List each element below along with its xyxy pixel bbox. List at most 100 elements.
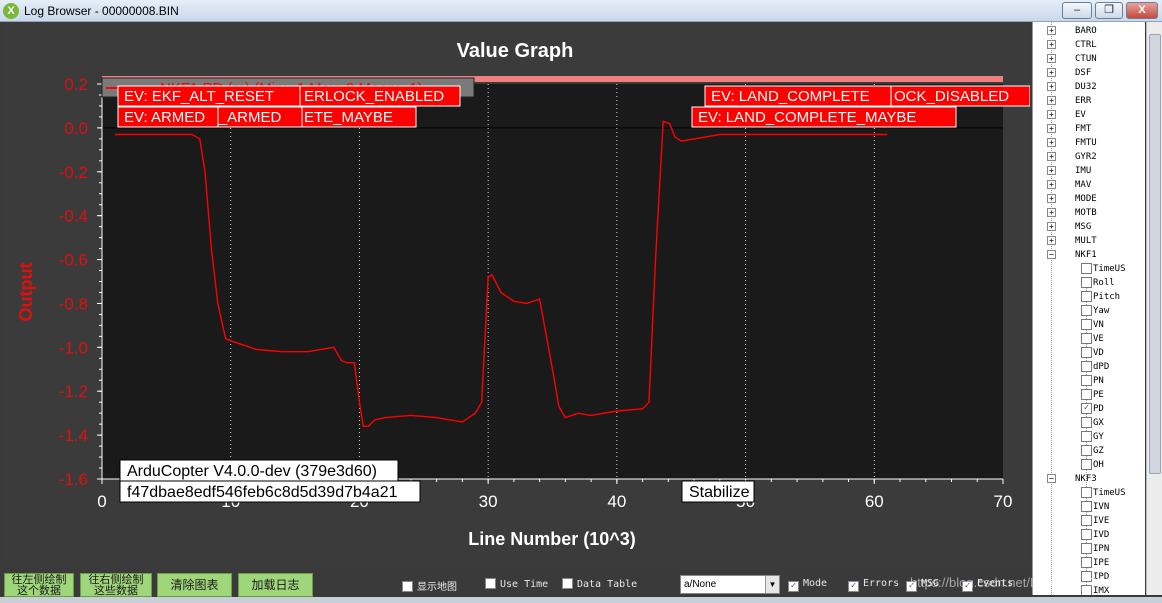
tree-scrollbar[interactable] [1146, 22, 1162, 595]
use-time-checkbox[interactable] [485, 578, 496, 589]
collapse-minus-icon[interactable]: − [1047, 474, 1056, 483]
tree-field[interactable]: PN [1033, 374, 1145, 388]
tree-field[interactable]: IVN [1033, 500, 1145, 514]
expand-plus-icon[interactable]: + [1047, 236, 1056, 245]
errors-option[interactable]: ✓ Errors [848, 578, 899, 592]
message-type-select[interactable]: a/None ▼ [680, 575, 780, 594]
tree-group[interactable]: + GYR2 [1033, 150, 1145, 164]
field-checkbox[interactable] [1081, 445, 1092, 456]
tree-group[interactable]: + CTRL [1033, 38, 1145, 52]
use-time-option[interactable]: Use Time [485, 578, 548, 590]
plot-right-button[interactable]: 往右侧绘制 这些数据 [80, 573, 152, 597]
tree-group[interactable]: + CTUN [1033, 52, 1145, 66]
tree-group[interactable]: − NKF3 [1033, 472, 1145, 486]
tree-group[interactable]: + MSG [1033, 220, 1145, 234]
tree-field[interactable]: GX [1033, 416, 1145, 430]
expand-plus-icon[interactable]: + [1047, 54, 1056, 63]
field-checkbox[interactable] [1081, 529, 1092, 540]
mode-option[interactable]: ✓ Mode [788, 578, 827, 592]
tree-group[interactable]: + IMU [1033, 164, 1145, 178]
maximize-button[interactable]: ❐ [1095, 2, 1123, 19]
tree-field[interactable]: IVE [1033, 514, 1145, 528]
expand-plus-icon[interactable]: + [1047, 96, 1056, 105]
tree-group[interactable]: − NKF1 [1033, 248, 1145, 262]
tree-field[interactable]: VE [1033, 332, 1145, 346]
tree-field[interactable]: IVD [1033, 528, 1145, 542]
expand-plus-icon[interactable]: + [1047, 194, 1056, 203]
line-chart[interactable]: Value Graph Line Number (10^3) Output 0.… [2, 22, 1030, 567]
tree-group[interactable]: + BARO [1033, 24, 1145, 38]
tree-field[interactable]: ✓ PD [1033, 402, 1145, 416]
tree-field[interactable]: GZ [1033, 444, 1145, 458]
tree-field[interactable]: OH [1033, 458, 1145, 472]
expand-plus-icon[interactable]: + [1047, 166, 1056, 175]
tree-field[interactable]: Pitch [1033, 290, 1145, 304]
collapse-minus-icon[interactable]: − [1047, 250, 1056, 259]
expand-plus-icon[interactable]: + [1047, 222, 1056, 231]
field-checkbox[interactable] [1081, 431, 1092, 442]
field-checkbox[interactable] [1081, 389, 1092, 400]
tree-group[interactable]: + MODE [1033, 192, 1145, 206]
load-log-button[interactable]: 加载日志 [238, 573, 313, 597]
show-map-checkbox[interactable] [402, 581, 413, 592]
expand-plus-icon[interactable]: + [1047, 152, 1056, 161]
tree-group[interactable]: + ERR [1033, 94, 1145, 108]
tree-field[interactable]: IPE [1033, 556, 1145, 570]
mode-checkbox[interactable]: ✓ [788, 581, 799, 592]
expand-plus-icon[interactable]: + [1047, 26, 1056, 35]
scrollbar-thumb[interactable] [1149, 34, 1161, 474]
errors-checkbox[interactable]: ✓ [848, 581, 859, 592]
expand-plus-icon[interactable]: + [1047, 138, 1056, 147]
show-map-option[interactable]: 显示地图 [402, 578, 457, 593]
plot-left-button[interactable]: 往左侧绘制 这个数据 [4, 573, 74, 597]
field-checkbox[interactable] [1081, 333, 1092, 344]
minimize-button[interactable]: ‒ [1062, 2, 1092, 19]
field-checkbox[interactable] [1081, 487, 1092, 498]
tree-field[interactable]: PE [1033, 388, 1145, 402]
tree-field[interactable]: VD [1033, 346, 1145, 360]
expand-plus-icon[interactable]: + [1047, 82, 1056, 91]
expand-plus-icon[interactable]: + [1047, 208, 1056, 217]
tree-group[interactable]: + EV [1033, 108, 1145, 122]
field-checkbox[interactable]: ✓ [1081, 403, 1092, 414]
field-checkbox[interactable] [1081, 459, 1092, 470]
tree-group[interactable]: + MAV [1033, 178, 1145, 192]
tree-group[interactable]: + DSF [1033, 66, 1145, 80]
tree-field[interactable]: IPN [1033, 542, 1145, 556]
tree-group[interactable]: + FMTU [1033, 136, 1145, 150]
field-checkbox[interactable] [1081, 557, 1092, 568]
field-checkbox[interactable] [1081, 501, 1092, 512]
tree-field[interactable]: TimeUS [1033, 262, 1145, 276]
tree-field[interactable]: Roll [1033, 276, 1145, 290]
tree-field[interactable]: dPD [1033, 360, 1145, 374]
field-checkbox[interactable] [1081, 417, 1092, 428]
chevron-down-icon[interactable]: ▼ [765, 576, 779, 593]
field-checkbox[interactable] [1081, 543, 1092, 554]
expand-plus-icon[interactable]: + [1047, 180, 1056, 189]
tree-field[interactable]: TimeUS [1033, 486, 1145, 500]
field-checkbox[interactable] [1081, 347, 1092, 358]
clear-graph-button[interactable]: 清除图表 [157, 573, 232, 597]
tree-group[interactable]: + MOTB [1033, 206, 1145, 220]
expand-plus-icon[interactable]: + [1047, 124, 1056, 133]
field-checkbox[interactable] [1081, 361, 1092, 372]
close-button[interactable]: X [1126, 2, 1158, 19]
field-checkbox[interactable] [1081, 277, 1092, 288]
log-tree[interactable]: + BARO + CTRL + CTUN + DSF + DU32 + ERR + EV + FMT + FMTU… [1032, 22, 1145, 595]
tree-group[interactable]: + DU32 [1033, 80, 1145, 94]
tree-group[interactable]: + MULT [1033, 234, 1145, 248]
field-checkbox[interactable] [1081, 305, 1092, 316]
expand-plus-icon[interactable]: + [1047, 110, 1056, 119]
expand-plus-icon[interactable]: + [1047, 40, 1056, 49]
field-checkbox[interactable] [1081, 263, 1092, 274]
tree-field[interactable]: VN [1033, 318, 1145, 332]
value-graph-panel[interactable]: Value Graph Line Number (10^3) Output 0.… [2, 22, 1030, 567]
field-checkbox[interactable] [1081, 515, 1092, 526]
data-table-option[interactable]: Data Table [562, 578, 637, 590]
expand-plus-icon[interactable]: + [1047, 68, 1056, 77]
tree-group[interactable]: + FMT [1033, 122, 1145, 136]
tree-field[interactable]: GY [1033, 430, 1145, 444]
data-table-checkbox[interactable] [562, 578, 573, 589]
tree-field[interactable]: Yaw [1033, 304, 1145, 318]
field-checkbox[interactable] [1081, 375, 1092, 386]
